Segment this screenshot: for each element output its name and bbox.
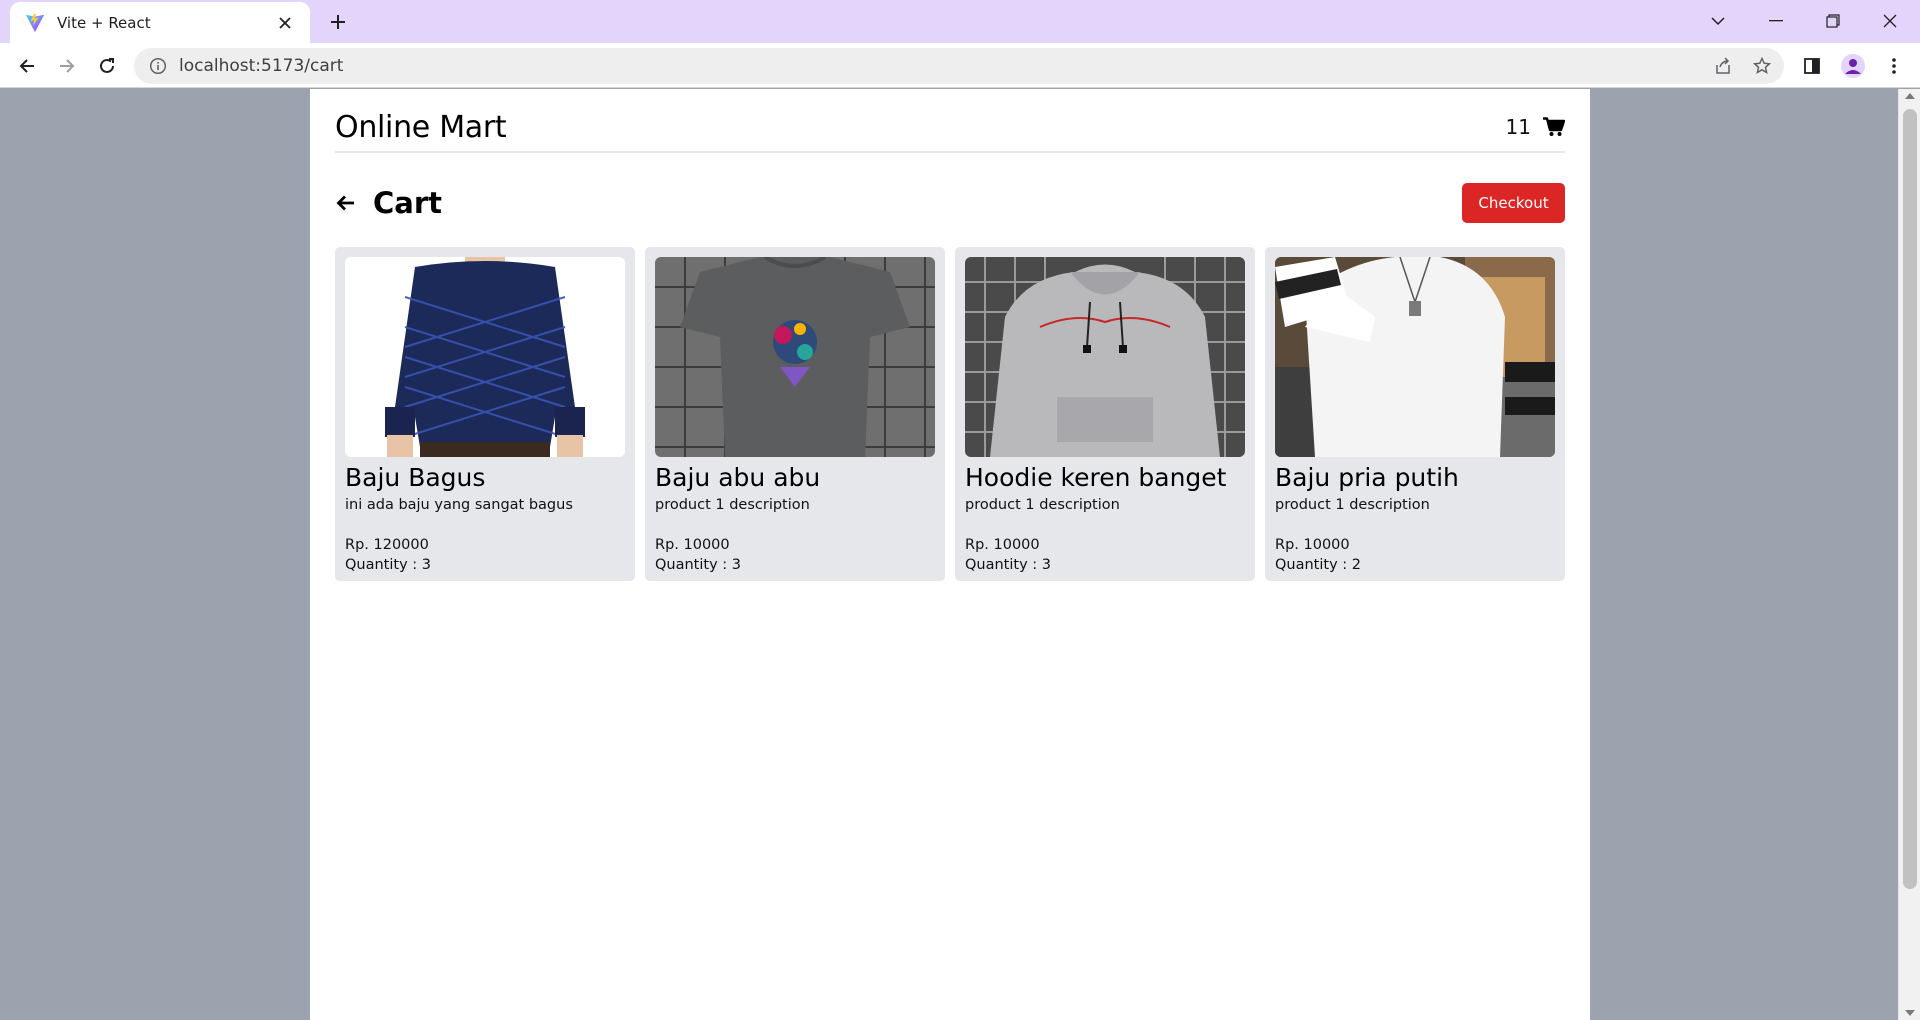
scrollbar-thumb[interactable] xyxy=(1903,109,1917,889)
product-description: product 1 description xyxy=(655,497,810,513)
product-image xyxy=(965,257,1245,457)
product-quantity: Quantity : 2 xyxy=(1275,557,1361,573)
page-viewport: Online Mart 11 Cart Checkout Baju Bagus … xyxy=(0,89,1898,1020)
cart-indicator[interactable]: 11 xyxy=(1506,115,1565,139)
back-arrow-icon[interactable] xyxy=(335,192,357,214)
product-name: Baju pria putih xyxy=(1275,463,1459,492)
vite-logo-icon xyxy=(25,13,45,32)
restore-window-icon[interactable] xyxy=(1810,6,1856,36)
cart-count: 11 xyxy=(1505,115,1531,139)
product-name: Baju Bagus xyxy=(345,463,486,492)
product-image xyxy=(1275,257,1555,457)
back-navigation-icon[interactable] xyxy=(10,49,44,83)
url-text: localhost:5173/cart xyxy=(179,56,344,76)
site-info-icon[interactable] xyxy=(149,57,167,75)
product-name: Baju abu abu xyxy=(655,463,821,492)
cart-items-grid: Baju Bagus ini ada baju yang sangat bagu… xyxy=(335,247,1565,581)
product-name: Hoodie keren banget xyxy=(965,463,1227,492)
profile-avatar-icon[interactable] xyxy=(1836,49,1870,83)
tab-search-chevron-icon[interactable] xyxy=(1695,6,1741,36)
cart-item-card[interactable]: Baju Bagus ini ada baju yang sangat bagu… xyxy=(335,247,635,581)
reload-icon[interactable] xyxy=(90,49,124,83)
bookmark-star-icon[interactable] xyxy=(1745,49,1779,83)
cart-item-card[interactable]: Baju pria putih product 1 description Rp… xyxy=(1265,247,1565,581)
page-container: Online Mart 11 Cart Checkout Baju Bagus … xyxy=(310,89,1590,1020)
browser-menu-icon[interactable] xyxy=(1877,49,1911,83)
address-bar[interactable]: localhost:5173/cart xyxy=(134,48,1784,84)
new-tab-icon[interactable] xyxy=(325,9,351,35)
browser-tab[interactable]: Vite + React xyxy=(10,2,310,43)
product-quantity: Quantity : 3 xyxy=(655,557,741,573)
cart-title-row: Cart Checkout xyxy=(335,181,1565,225)
cart-item-card[interactable]: Hoodie keren banget product 1 descriptio… xyxy=(955,247,1255,581)
product-description: ini ada baju yang sangat bagus xyxy=(345,497,573,513)
product-quantity: Quantity : 3 xyxy=(345,557,431,573)
product-price: Rp. 120000 xyxy=(345,537,429,553)
product-quantity: Quantity : 3 xyxy=(965,557,1051,573)
side-panel-icon[interactable] xyxy=(1795,49,1829,83)
vertical-scrollbar[interactable] xyxy=(1898,89,1920,1020)
product-image xyxy=(345,257,625,457)
product-description: product 1 description xyxy=(965,497,1120,513)
product-image xyxy=(655,257,935,457)
product-price: Rp. 10000 xyxy=(655,537,730,553)
shopping-cart-icon[interactable] xyxy=(1543,117,1565,137)
product-description: product 1 description xyxy=(1275,497,1430,513)
forward-navigation-icon[interactable] xyxy=(50,49,84,83)
cart-item-card[interactable]: Baju abu abu product 1 description Rp. 1… xyxy=(645,247,945,581)
page-title: Cart xyxy=(373,186,443,220)
checkout-button[interactable]: Checkout xyxy=(1462,183,1565,223)
scroll-down-arrow-icon[interactable] xyxy=(1905,1010,1915,1016)
close-tab-icon[interactable] xyxy=(274,12,296,34)
browser-toolbar: localhost:5173/cart xyxy=(0,43,1920,88)
browser-tab-strip: Vite + React xyxy=(0,0,1920,43)
close-window-icon[interactable] xyxy=(1867,6,1913,36)
cart-heading: Cart xyxy=(335,186,442,220)
share-icon[interactable] xyxy=(1706,49,1740,83)
site-header: Online Mart 11 xyxy=(335,103,1565,153)
brand-title[interactable]: Online Mart xyxy=(335,110,507,145)
product-price: Rp. 10000 xyxy=(965,537,1040,553)
product-price: Rp. 10000 xyxy=(1275,537,1350,553)
minimize-window-icon[interactable] xyxy=(1753,6,1799,36)
tab-title: Vite + React xyxy=(57,13,151,32)
scroll-up-arrow-icon[interactable] xyxy=(1905,93,1915,99)
